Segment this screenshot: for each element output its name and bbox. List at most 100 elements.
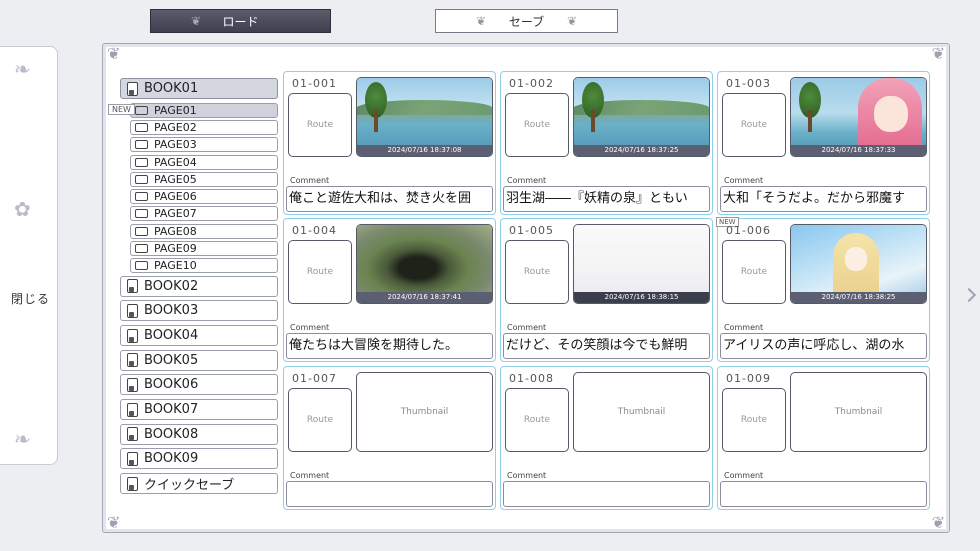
slot-date: 2024/07/16 18:37:08 <box>357 145 492 156</box>
thumbnail-placeholder: Thumbnail <box>834 407 883 417</box>
thumbnail-placeholder: Thumbnail <box>400 407 449 417</box>
book-label: BOOK04 <box>144 328 199 344</box>
close-panel[interactable]: ❧ ✿ ❧ 閉じる <box>0 46 58 465</box>
corner-ornament-icon: ❦ <box>107 513 121 532</box>
slot-thumbnail: 2024/07/16 18:37:25 <box>573 77 710 157</box>
page-icon <box>135 122 148 132</box>
tab-save[interactable]: ❦ セーブ ❦ <box>435 9 618 33</box>
book-label: BOOK02 <box>144 278 199 294</box>
page-item-page02[interactable]: PAGE02 <box>130 119 278 135</box>
route-label: Route <box>740 415 768 425</box>
route-label: Route <box>740 267 768 277</box>
page-item-page01[interactable]: PAGE01 <box>130 102 278 118</box>
page-item-page05[interactable]: PAGE05 <box>130 171 278 187</box>
route-box: Route <box>722 388 786 452</box>
slot-date: 2024/07/16 18:37:41 <box>357 292 492 303</box>
route-label: Route <box>523 415 551 425</box>
book-item-book07[interactable]: BOOK07 <box>120 399 278 421</box>
page-label: PAGE01 <box>154 103 197 117</box>
flourish-icon: ✿ <box>14 197 31 221</box>
page-item-page07[interactable]: PAGE07 <box>130 206 278 222</box>
slot-number: 01-006 <box>726 224 771 237</box>
comment-label: Comment <box>290 176 330 185</box>
book-icon <box>127 476 138 491</box>
page-label: PAGE03 <box>154 138 197 152</box>
book-icon <box>127 303 138 318</box>
slot-date: 2024/07/16 18:38:15 <box>574 292 709 303</box>
slot-thumbnail: 2024/07/16 18:38:25 <box>790 224 927 304</box>
page-item-page04[interactable]: PAGE04 <box>130 154 278 170</box>
page-icon <box>135 209 148 219</box>
route-label: Route <box>740 120 768 130</box>
book-item-book08[interactable]: BOOK08 <box>120 423 278 445</box>
save-slot[interactable]: 01-005 Route 2024/07/16 18:38:15 Comment… <box>500 218 713 362</box>
page-item-page10[interactable]: PAGE10 <box>130 258 278 274</box>
page-item-page03[interactable]: PAGE03 <box>130 137 278 153</box>
route-label: Route <box>306 415 334 425</box>
slot-number: 01-007 <box>292 372 337 385</box>
comment-label: Comment <box>724 176 764 185</box>
slot-date: 2024/07/16 18:37:33 <box>791 145 926 156</box>
slot-comment: 羽生湖――『妖精の泉』ともい <box>503 186 710 212</box>
slot-date: 2024/07/16 18:37:25 <box>574 145 709 156</box>
slot-comment: 俺こと遊佐大和は、焚き火を囲 <box>286 186 493 212</box>
corner-ornament-icon: ❦ <box>931 513 945 532</box>
corner-ornament-icon: ❦ <box>107 44 121 63</box>
book-label: BOOK03 <box>144 303 199 319</box>
page-icon <box>135 244 148 254</box>
save-slot[interactable]: NEW 01-006 Route 2024/07/16 18:38:25 Com… <box>716 217 930 362</box>
page-icon <box>135 261 148 271</box>
save-slot[interactable]: 01-007 Route Thumbnail Comment <box>283 366 496 510</box>
book-label: BOOK06 <box>144 377 199 393</box>
book-item-book01[interactable]: BOOK01 <box>120 78 278 99</box>
save-slot[interactable]: 01-002 Route 2024/07/16 18:37:25 Comment… <box>500 71 713 215</box>
page-label: PAGE02 <box>154 120 197 134</box>
save-slot[interactable]: 01-001 Route 2024/07/16 18:37:08 Comment… <box>283 71 496 215</box>
book-label: BOOK09 <box>144 451 199 467</box>
ornament-icon: ❦ <box>476 14 487 28</box>
slot-comment: だけど、その笑顔は今でも鮮明 <box>503 333 710 359</box>
book-icon <box>127 377 138 392</box>
next-arrow-icon[interactable] <box>961 287 977 303</box>
page-icon <box>135 192 148 202</box>
save-slot[interactable]: 01-003 Route 2024/07/16 18:37:33 Comment… <box>717 71 930 215</box>
route-box: Route <box>288 240 352 304</box>
book-item-book03[interactable]: BOOK03 <box>120 300 278 322</box>
page-label: PAGE10 <box>154 259 197 273</box>
page-icon <box>135 105 148 115</box>
comment-label: Comment <box>507 471 547 480</box>
save-slot[interactable]: 01-009 Route Thumbnail Comment <box>717 366 930 510</box>
route-box: Route <box>505 240 569 304</box>
slot-number: 01-001 <box>292 77 337 90</box>
slot-number: 01-005 <box>509 224 554 237</box>
page-item-page08[interactable]: PAGE08 <box>130 223 278 239</box>
slot-thumbnail: Thumbnail <box>573 372 710 452</box>
slot-number: 01-004 <box>292 224 337 237</box>
page-icon <box>135 157 148 167</box>
slot-comment <box>720 481 927 507</box>
slot-thumbnail: 2024/07/16 18:37:33 <box>790 77 927 157</box>
save-slot[interactable]: 01-008 Route Thumbnail Comment <box>500 366 713 510</box>
slot-thumbnail: 2024/07/16 18:37:08 <box>356 77 493 157</box>
tab-load[interactable]: ❦ ロード <box>150 9 331 33</box>
page-item-page06[interactable]: PAGE06 <box>130 189 278 205</box>
comment-label: Comment <box>724 471 764 480</box>
slot-comment: 俺たちは大冒険を期待した。 <box>286 333 493 359</box>
book-item-book04[interactable]: BOOK04 <box>120 325 278 347</box>
page-item-page09[interactable]: PAGE09 <box>130 241 278 257</box>
slot-comment: アイリスの声に呼応し、湖の水 <box>720 333 927 359</box>
page-label: PAGE09 <box>154 242 197 256</box>
book-item-book02[interactable]: BOOK02 <box>120 275 278 297</box>
save-slot[interactable]: 01-004 Route 2024/07/16 18:37:41 Comment… <box>283 218 496 362</box>
book-item-book06[interactable]: BOOK06 <box>120 374 278 396</box>
book-item-quicksave[interactable]: クイックセーブ <box>120 473 278 495</box>
book-item-book05[interactable]: BOOK05 <box>120 349 278 371</box>
book-label: BOOK08 <box>144 426 199 442</box>
slot-thumbnail: 2024/07/16 18:38:15 <box>573 224 710 304</box>
book-item-book09[interactable]: BOOK09 <box>120 448 278 470</box>
comment-label: Comment <box>290 471 330 480</box>
slot-thumbnail: 2024/07/16 18:37:41 <box>356 224 493 304</box>
corner-ornament-icon: ❦ <box>931 44 945 63</box>
route-box: Route <box>722 93 786 157</box>
close-button-label: 閉じる <box>11 292 51 306</box>
